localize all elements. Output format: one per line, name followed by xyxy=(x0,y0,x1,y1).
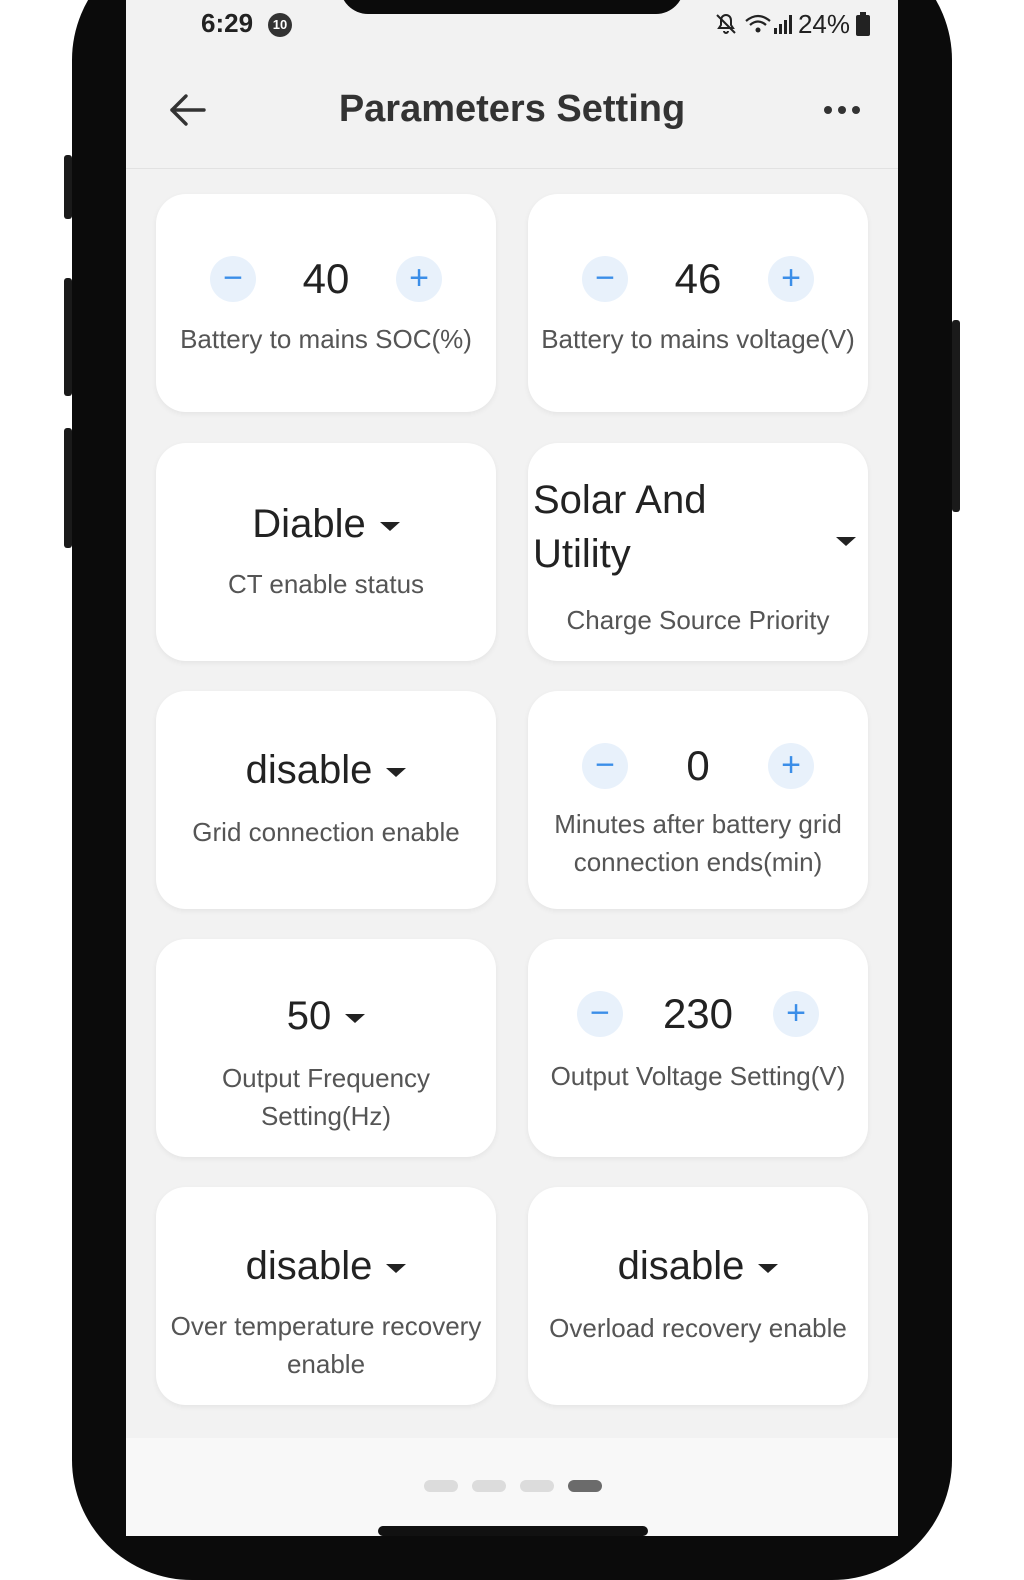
minutes-after-label: Minutes after battery grid connection en… xyxy=(554,809,842,877)
over-temp-recovery-value: disable xyxy=(245,1243,373,1288)
output-voltage-card: − 230 + Output Voltage Setting(V) xyxy=(528,939,868,1157)
over-temp-recovery-dropdown[interactable]: disable xyxy=(156,1241,496,1291)
status-time: 6:29 xyxy=(201,8,254,38)
over-temp-recovery-card: disable Over temperature recovery enable xyxy=(156,1187,496,1405)
battery-soc-value: 40 xyxy=(302,255,350,302)
ct-enable-value: Diable xyxy=(252,501,366,546)
page-indicator-dot[interactable] xyxy=(424,1480,458,1492)
charge-priority-card: Solar And Utility Charge Source Priority xyxy=(528,443,868,661)
decrement-button[interactable]: − xyxy=(582,743,628,789)
increment-button[interactable]: + xyxy=(768,256,814,302)
battery-soc-stepper: − 40 + xyxy=(156,254,496,304)
minutes-after-stepper: − 0 + xyxy=(528,741,868,791)
increment-button[interactable]: + xyxy=(773,991,820,1037)
output-voltage-value: 230 xyxy=(662,990,734,1037)
minutes-after-value: 0 xyxy=(686,742,710,789)
mute-switch xyxy=(64,155,72,219)
decrement-button[interactable]: − xyxy=(576,991,623,1037)
output-frequency-label: Output Frequency Setting(Hz) xyxy=(221,1063,431,1131)
grid-connection-card: disable Grid connection enable xyxy=(156,691,496,909)
grid-connection-label: Grid connection enable xyxy=(192,817,460,847)
dropdown-caret-icon xyxy=(386,767,407,777)
charge-priority-dropdown[interactable]: Solar And Utility xyxy=(533,473,868,593)
dropdown-caret-icon xyxy=(386,1263,407,1273)
page-indicator-dot-active[interactable] xyxy=(568,1480,602,1492)
decrement-button[interactable]: − xyxy=(210,256,256,302)
output-frequency-card: 50 Output Frequency Setting(Hz) xyxy=(156,939,496,1157)
overload-recovery-card: disable Overload recovery enable xyxy=(528,1187,868,1405)
ct-enable-dropdown[interactable]: Diable xyxy=(156,499,496,549)
power-button xyxy=(952,320,960,512)
page-title: Parameters Setting xyxy=(338,88,686,130)
page-indicator-dot[interactable] xyxy=(472,1480,506,1492)
bottom-bar xyxy=(126,1438,898,1536)
charge-priority-label: Charge Source Priority xyxy=(566,605,830,635)
output-frequency-dropdown[interactable]: 50 xyxy=(156,991,496,1041)
ct-enable-label: CT enable status xyxy=(227,569,425,599)
decrement-button[interactable]: − xyxy=(582,256,628,302)
minutes-after-card: − 0 + Minutes after battery grid connect… xyxy=(528,691,868,909)
battery-icon xyxy=(856,12,870,36)
ct-enable-card: Diable CT enable status xyxy=(156,443,496,661)
grid-connection-dropdown[interactable]: disable xyxy=(156,745,496,795)
over-temp-recovery-label: Over temperature recovery enable xyxy=(170,1311,482,1379)
charge-priority-value: Solar And Utility xyxy=(533,478,707,576)
volume-up-button xyxy=(64,278,72,396)
app-screen: 6:29 10 24% Parameters Setting − 40 + Ba… xyxy=(126,0,898,1536)
overload-recovery-dropdown[interactable]: disable xyxy=(528,1241,868,1291)
wifi-signal-icon xyxy=(745,14,792,34)
app-header: Parameters Setting xyxy=(126,50,898,169)
battery-voltage-card: − 46 + Battery to mains voltage(V) xyxy=(528,194,868,412)
dropdown-caret-icon xyxy=(758,1263,779,1273)
battery-percent: 24% xyxy=(797,8,850,39)
home-indicator[interactable] xyxy=(378,1526,648,1536)
mute-icon xyxy=(716,13,736,34)
status-icons: 24% xyxy=(714,8,870,40)
battery-voltage-stepper: − 46 + xyxy=(528,254,868,304)
dropdown-caret-icon xyxy=(836,537,856,546)
overload-recovery-value: disable xyxy=(617,1243,745,1288)
page-indicator-dot[interactable] xyxy=(520,1480,554,1492)
output-voltage-stepper: − 230 + xyxy=(528,989,868,1039)
battery-voltage-value: 46 xyxy=(674,255,722,302)
volume-down-button xyxy=(64,428,72,548)
battery-soc-card: − 40 + Battery to mains SOC(%) xyxy=(156,194,496,412)
battery-voltage-label: Battery to mains voltage(V) xyxy=(541,324,855,354)
overload-recovery-label: Overload recovery enable xyxy=(549,1313,847,1343)
battery-soc-label: Battery to mains SOC(%) xyxy=(180,324,472,354)
notification-badge: 10 xyxy=(268,13,292,37)
more-options-icon[interactable] xyxy=(820,98,864,122)
output-voltage-label: Output Voltage Setting(V) xyxy=(550,1061,846,1091)
increment-button[interactable]: + xyxy=(396,256,442,302)
grid-connection-value: disable xyxy=(245,747,373,792)
output-frequency-value: 50 xyxy=(286,993,332,1038)
dropdown-caret-icon xyxy=(345,1013,366,1023)
camera-notch xyxy=(340,0,684,14)
dropdown-caret-icon xyxy=(379,521,400,531)
increment-button[interactable]: + xyxy=(768,743,814,789)
